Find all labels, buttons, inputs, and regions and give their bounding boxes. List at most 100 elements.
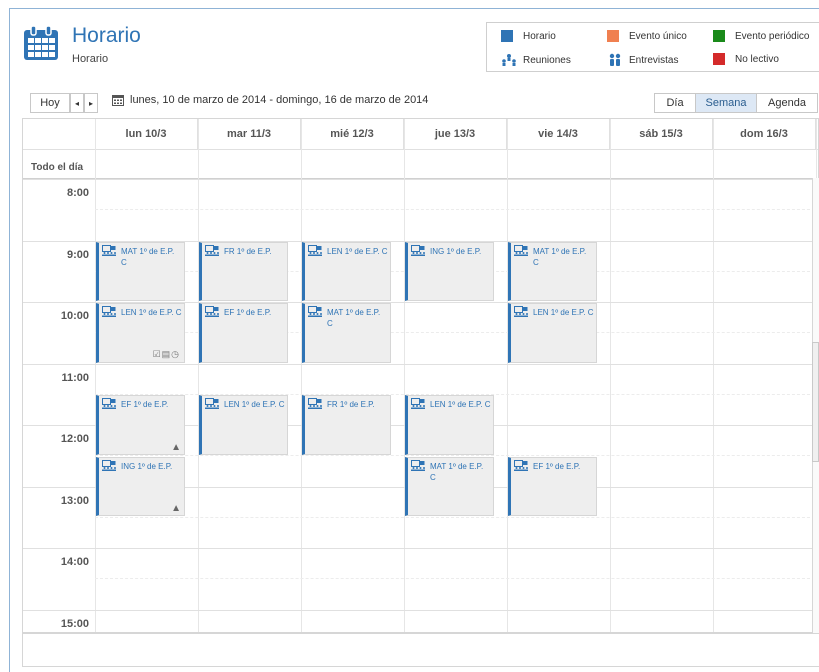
schedule-event[interactable]: EF 1º de E.P. — [199, 303, 288, 363]
class-event-icon — [514, 306, 528, 317]
week-grid: Todo el día lun 10/3 mar 11/3 mié 12/3 jue … — [22, 118, 819, 633]
legend-label: Entrevistas — [629, 54, 679, 66]
legend-label: Reuniones — [523, 54, 571, 66]
day-header[interactable]: dom 16/3 — [713, 119, 816, 149]
column-divider — [301, 119, 302, 632]
schedule-event[interactable]: LEN 1º de E.P. C — [302, 241, 391, 301]
day-header[interactable]: jue 13/3 — [404, 119, 507, 149]
schedule-event[interactable]: EF 1º de E.P. ▲ — [96, 395, 185, 455]
day-header[interactable]: mar 11/3 — [198, 119, 301, 149]
legend-item-horario: Horario — [501, 30, 556, 42]
view-day-button[interactable]: Día — [654, 93, 696, 113]
schedule-event[interactable]: MAT 1º de E.P. C — [508, 241, 597, 301]
half-hour-line — [95, 578, 818, 579]
time-label: 15:00 — [60, 617, 89, 630]
column-divider — [610, 119, 611, 632]
event-title: LEN 1º de E.P. C — [224, 400, 285, 410]
class-event-icon — [205, 306, 219, 317]
warning-icon: ▲ — [171, 441, 181, 453]
class-event-icon — [308, 244, 322, 256]
schedule-event[interactable]: LEN 1º de E.P. C — [405, 395, 494, 455]
event-tools-icons[interactable]: ☑▤◷ — [153, 349, 180, 360]
legend-label: Horario — [523, 30, 556, 42]
legend-label: Evento único — [629, 30, 687, 42]
evento-periodico-swatch — [713, 30, 725, 42]
class-event-icon — [411, 398, 425, 410]
next-week-button[interactable]: ▸ — [84, 93, 98, 113]
event-title: EF 1º de E.P. — [224, 308, 272, 317]
schedule-event[interactable]: ING 1º de E.P. — [405, 241, 494, 301]
event-title: LEN 1º de E.P. C — [327, 246, 388, 256]
hour-line — [23, 363, 818, 365]
schedule-event[interactable]: LEN 1º de E.P. C ☑▤◷ — [96, 303, 185, 363]
time-label: 8:00 — [66, 187, 89, 199]
event-title: MAT 1º de E.P. C — [430, 461, 484, 482]
warning-icon: ▲ — [171, 503, 181, 515]
class-event-icon — [205, 244, 219, 256]
class-event-icon — [102, 459, 116, 471]
schedule-event[interactable]: FR 1º de E.P. — [199, 241, 288, 301]
schedule-event[interactable]: EF 1º de E.P. — [508, 456, 597, 517]
event-title: MAT 1º de E.P. C — [327, 308, 381, 328]
time-label: 13:00 — [60, 494, 89, 507]
legend-item-no-lectivo: No lectivo — [713, 53, 779, 65]
prev-week-button[interactable]: ◂ — [70, 93, 84, 113]
half-hour-line — [95, 516, 818, 518]
column-divider — [507, 119, 508, 632]
allday-row: Todo el día — [23, 149, 818, 179]
legend-item-entrevistas: Entrevistas — [607, 53, 678, 67]
page-title: Horario — [72, 24, 141, 47]
schedule-event[interactable]: LEN 1º de E.P. C — [508, 303, 597, 363]
event-title: MAT 1º de E.P. C — [533, 246, 587, 267]
people-icon — [502, 54, 516, 66]
class-event-icon — [411, 459, 425, 471]
view-week-button[interactable]: Semana — [695, 93, 757, 113]
day-header[interactable]: lun 10/3 — [95, 119, 198, 149]
today-button[interactable]: Hoy — [30, 93, 70, 113]
schedule-event[interactable]: LEN 1º de E.P. C — [199, 395, 288, 455]
class-event-icon — [102, 306, 116, 317]
legend-label: No lectivo — [735, 53, 779, 65]
schedule-event[interactable]: ING 1º de E.P. ▲ — [96, 456, 185, 517]
class-event-icon — [308, 306, 322, 317]
interview-icon — [609, 53, 621, 66]
event-title: FR 1º de E.P. — [224, 246, 272, 256]
class-event-icon — [514, 244, 528, 256]
class-event-icon — [102, 398, 116, 410]
page-subtitle: Horario — [72, 53, 109, 65]
column-divider — [404, 119, 405, 632]
event-title: EF 1º de E.P. — [121, 400, 169, 410]
day-header[interactable]: sáb 15/3 — [610, 119, 713, 149]
horario-swatch — [501, 30, 513, 42]
legend-item-evento-periodico: Evento periódico — [713, 30, 810, 42]
event-title: LEN 1º de E.P. C — [533, 308, 594, 317]
time-label: 10:00 — [60, 310, 89, 322]
schedule-event[interactable]: FR 1º de E.P. — [302, 395, 391, 455]
view-agenda-button[interactable]: Agenda — [756, 93, 818, 113]
time-label: 9:00 — [66, 248, 89, 261]
hour-line — [23, 548, 818, 549]
scrollbar-thumb[interactable] — [812, 342, 819, 462]
day-header[interactable]: mié 12/3 — [301, 119, 404, 149]
evento-unico-swatch — [607, 30, 619, 42]
event-title: ING 1º de E.P. — [121, 461, 173, 471]
day-header[interactable]: vie 14/3 — [507, 119, 610, 149]
time-label: 12:00 — [60, 433, 89, 445]
class-event-icon — [308, 398, 322, 410]
calendar-app-icon — [24, 25, 58, 60]
legend: Horario Evento único Evento periódico Re… — [486, 22, 819, 72]
date-range-picker[interactable]: lunes, 10 de marzo de 2014 - domingo, 16… — [112, 94, 428, 106]
hour-line — [23, 179, 818, 180]
calendar-small-icon — [112, 95, 124, 106]
legend-label: Evento periódico — [735, 30, 810, 42]
schedule-event[interactable]: MAT 1º de E.P. C — [405, 456, 494, 517]
time-label: 11:00 — [61, 371, 89, 384]
allday-label: Todo el día — [31, 162, 84, 173]
column-divider — [95, 119, 96, 632]
legend-item-evento-unico: Evento único — [607, 30, 687, 42]
legend-item-reuniones: Reuniones — [501, 53, 571, 67]
schedule-event[interactable]: MAT 1º de E.P. C — [96, 241, 185, 301]
schedule-event[interactable]: MAT 1º de E.P. C — [302, 303, 391, 363]
column-divider — [713, 119, 714, 632]
hour-line — [23, 609, 818, 611]
